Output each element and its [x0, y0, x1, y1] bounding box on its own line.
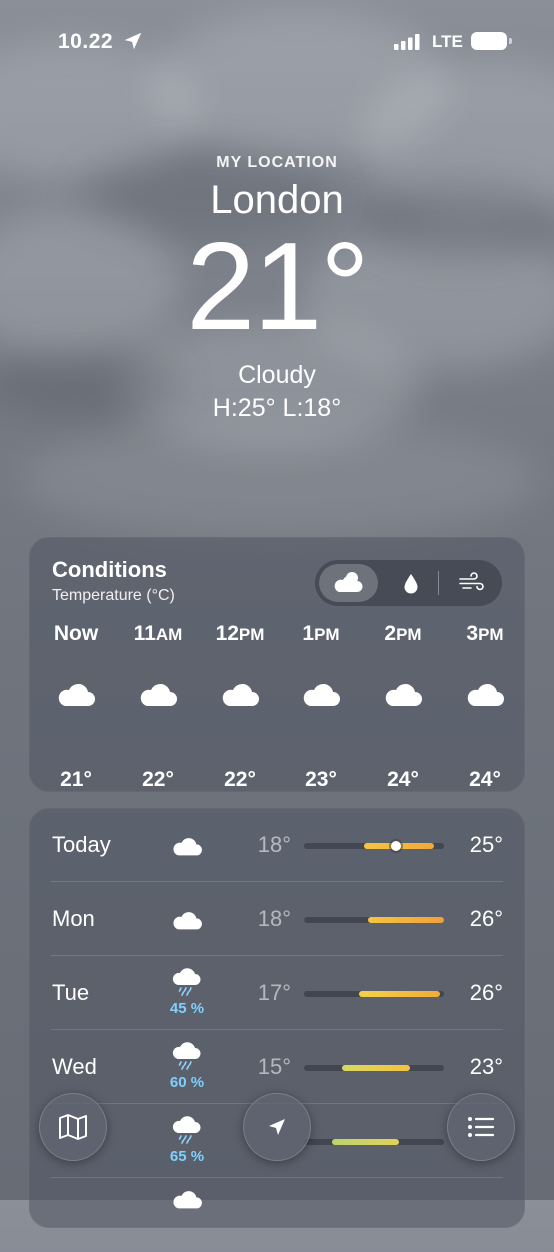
cloud-icon: [467, 683, 504, 706]
cloud-icon: [140, 683, 177, 706]
current-location-button[interactable]: [243, 1093, 311, 1161]
segment-divider: [438, 571, 439, 595]
map-icon: [59, 1114, 87, 1140]
current-temp-marker: [391, 841, 402, 851]
temperature-range-fill: [332, 1139, 400, 1145]
current-condition: Cloudy: [238, 361, 316, 389]
forecast-low: 18°: [257, 906, 291, 931]
list-icon: [468, 1117, 495, 1137]
temperature-range-bar: [304, 917, 444, 923]
hour-item: 2PM 24°: [384, 622, 422, 791]
cloud-icon: [303, 683, 340, 706]
cellular-signal-icon: [394, 34, 420, 50]
temperature-range-bar: [304, 841, 444, 851]
temperature-range-bar: [304, 1139, 444, 1145]
cloud-icon: [173, 838, 202, 856]
cloud-icon: [385, 683, 422, 706]
forecast-high: 26°: [469, 906, 503, 931]
location-subtitle: MY LOCATION: [216, 154, 338, 171]
daily-forecast-card[interactable]: Today 18° 25° Mon 18° 26° Tue 45 % 17° 2…: [29, 808, 525, 1228]
cloud-icon: [222, 683, 259, 706]
forecast-row[interactable]: Today 18° 25°: [29, 808, 525, 882]
cloud-rain-icon: [172, 1116, 201, 1144]
precipitation-chance: 65 %: [169, 1148, 205, 1165]
cloud-icon: [58, 683, 95, 706]
location-header: MY LOCATION London 21° Cloudy H:25° L:18…: [0, 150, 554, 423]
segment-precipitation[interactable]: [389, 564, 433, 602]
city-name: London: [210, 178, 344, 222]
forecast-row[interactable]: Mon 18° 26°: [29, 882, 525, 956]
battery-icon: [471, 32, 512, 50]
status-bar: 10.22 LTE: [0, 28, 554, 58]
forecast-low: 15°: [257, 1054, 291, 1079]
conditions-segmented-control: [315, 560, 502, 606]
hour-item: 11AM 22°: [133, 622, 183, 791]
hour-item: 12PM 22°: [215, 622, 265, 791]
temperature-range-bar: [304, 1065, 444, 1071]
forecast-low: 17°: [257, 980, 291, 1005]
forecast-day: Tue: [52, 980, 90, 1005]
cloud-icon: [173, 912, 202, 930]
hour-item: 1PM 23°: [302, 622, 340, 791]
hourly-forecast[interactable]: Now 21° 11AM 22° 12PM 22° 1PM 23° 2PM 24…: [29, 622, 525, 791]
map-button[interactable]: [39, 1093, 107, 1161]
forecast-high: 23°: [469, 1054, 503, 1079]
temperature-range-fill: [358, 991, 440, 997]
segment-wind[interactable]: [445, 564, 497, 602]
wind-icon: [459, 572, 484, 591]
conditions-subtitle: Temperature (°C): [52, 587, 175, 604]
conditions-title: Conditions: [52, 557, 167, 582]
forecast-day: Wed: [52, 1054, 97, 1079]
location-arrow-icon: [124, 32, 142, 50]
location-arrow-icon: [269, 1119, 285, 1135]
forecast-day: Mon: [52, 906, 95, 931]
hour-item: Now 21°: [53, 622, 99, 791]
high-low: H:25° L:18°: [212, 394, 342, 422]
network-type: LTE: [432, 32, 463, 51]
forecast-day: Today: [52, 832, 111, 857]
forecast-row[interactable]: Tue 45 % 17° 26°: [29, 956, 525, 1030]
segment-temperature[interactable]: [319, 564, 378, 602]
precipitation-chance: 45 %: [169, 1000, 205, 1017]
forecast-high: 26°: [469, 980, 503, 1005]
status-time: 10.22: [58, 30, 114, 53]
conditions-card[interactable]: Conditions Temperature (°C) Now 21° 11AM…: [29, 537, 525, 792]
hour-item: 3PM 24°: [466, 622, 504, 791]
forecast-low: 18°: [257, 832, 291, 857]
locations-list-button[interactable]: [447, 1093, 515, 1161]
forecast-row[interactable]: [29, 1178, 525, 1252]
cloud-icon: [173, 1191, 202, 1209]
temperature-range-bar: [304, 991, 444, 997]
cloud-rain-icon: [172, 1042, 201, 1070]
forecast-high: 25°: [469, 832, 503, 857]
cloud-rain-icon: [172, 968, 201, 996]
temperature-range-fill: [368, 917, 444, 923]
cloud-sun-icon: [334, 572, 363, 592]
raindrop-icon: [404, 574, 418, 594]
temperature-range-fill: [341, 1065, 411, 1071]
precipitation-chance: 60 %: [169, 1074, 205, 1091]
current-temperature: 21°: [186, 218, 370, 356]
